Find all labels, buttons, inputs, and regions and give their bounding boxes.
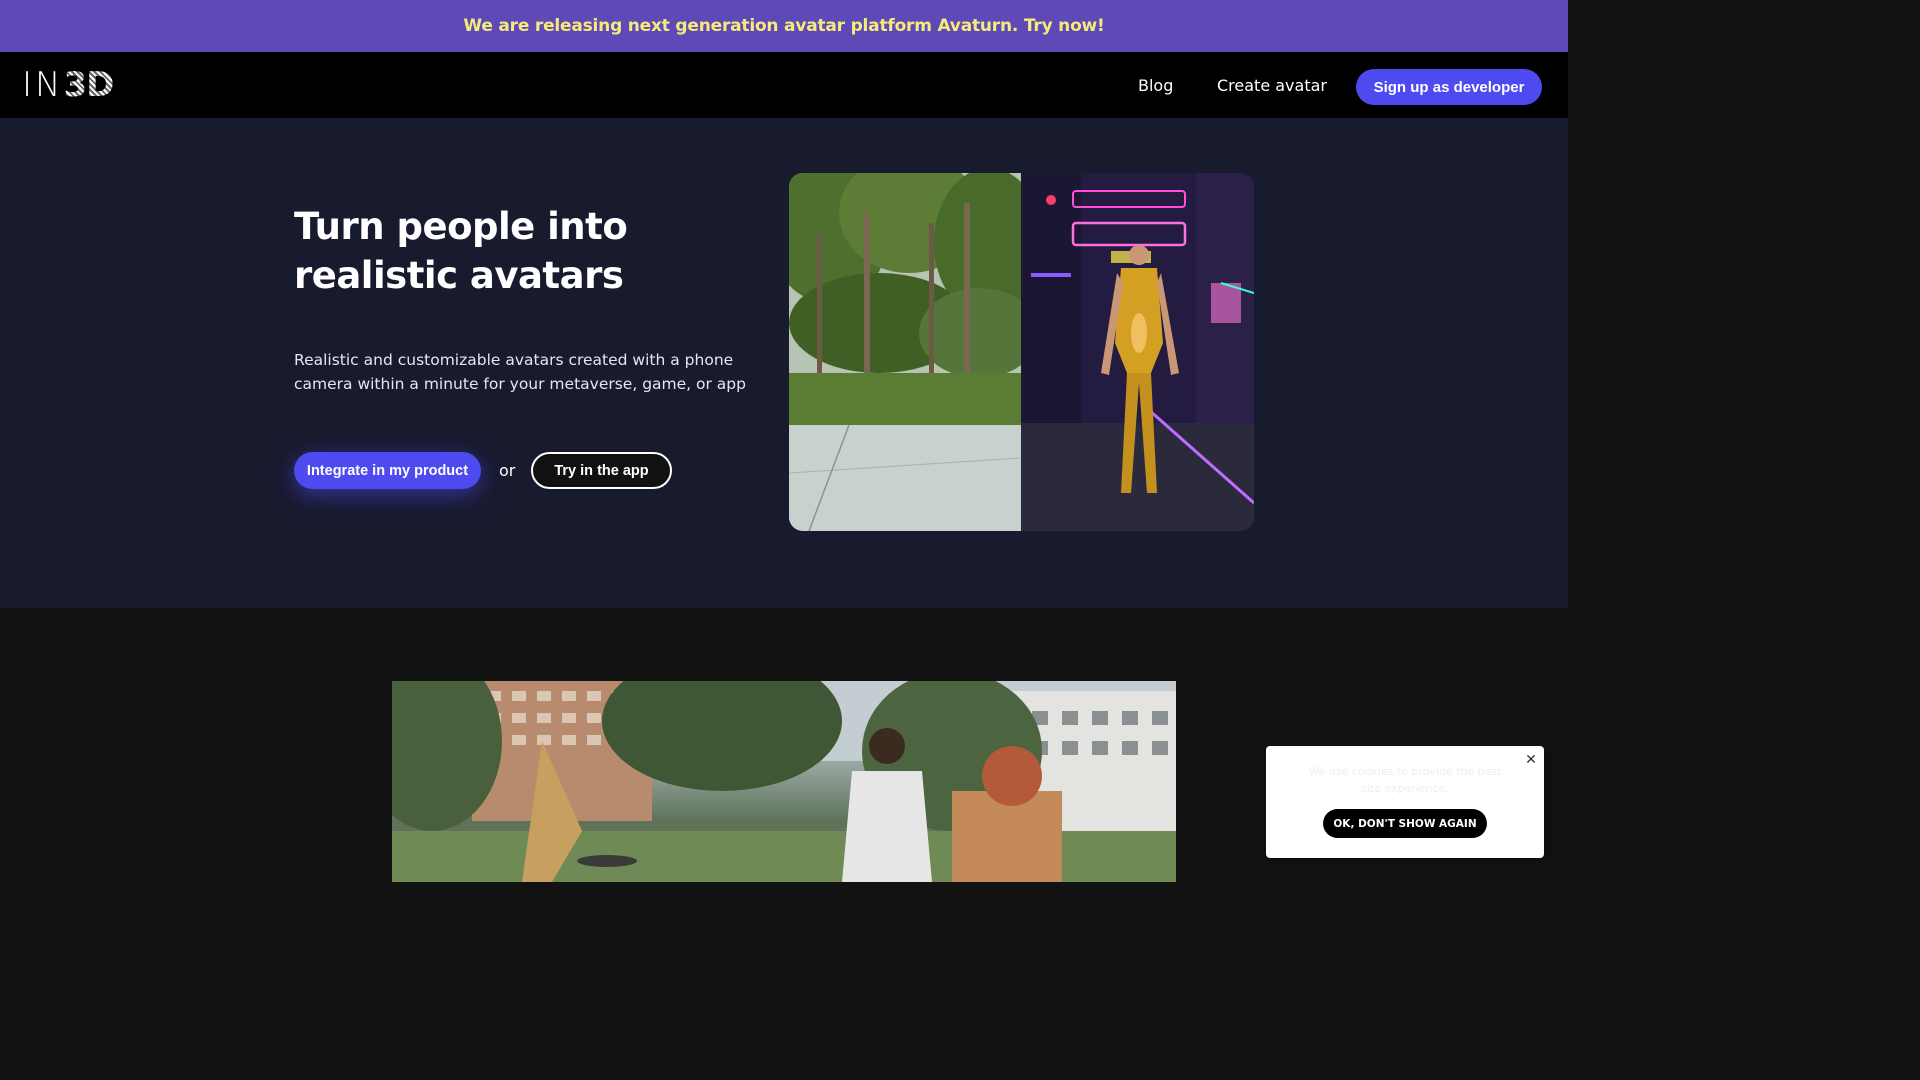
demo-video[interactable] (392, 681, 1176, 882)
or-separator: or (499, 461, 516, 480)
sign-up-developer-button[interactable]: Sign up as developer (1356, 69, 1542, 105)
in3d-logo[interactable]: IN 3D (22, 65, 114, 105)
park-scene-image (789, 173, 1021, 531)
hero-section: Turn people into realistic avatars Reali… (0, 118, 1568, 608)
hero-subtitle: Realistic and customizable avatars creat… (294, 351, 746, 393)
cookie-ok-button[interactable]: OK, DON'T SHOW AGAIN (1323, 809, 1487, 838)
nav-blog-link[interactable]: Blog (1138, 76, 1173, 95)
integrate-product-button[interactable]: Integrate in my product (294, 452, 481, 489)
cookie-message: We use cookies to provide the best site … (1308, 765, 1502, 795)
top-nav: IN 3D Blog Create avatar Sign up as deve… (0, 52, 1568, 118)
nav-create-avatar-link[interactable]: Create avatar (1217, 76, 1327, 95)
try-in-app-button[interactable]: Try in the app (531, 452, 672, 489)
logo-text-3d: 3D (63, 65, 114, 105)
cookie-banner: ✕ We use cookies to provide the best sit… (1266, 746, 1544, 858)
hero-video[interactable] (789, 173, 1254, 531)
avatar-cyberpunk-image (1021, 173, 1254, 531)
avaturn-promo-link[interactable]: We are releasing next generation avatar … (463, 16, 1104, 36)
logo-text-in: IN (22, 65, 64, 105)
close-icon[interactable]: ✕ (1523, 751, 1539, 767)
announcement-banner: We are releasing next generation avatar … (0, 0, 1568, 52)
hero-title: Turn people into realistic avatars (294, 205, 628, 297)
